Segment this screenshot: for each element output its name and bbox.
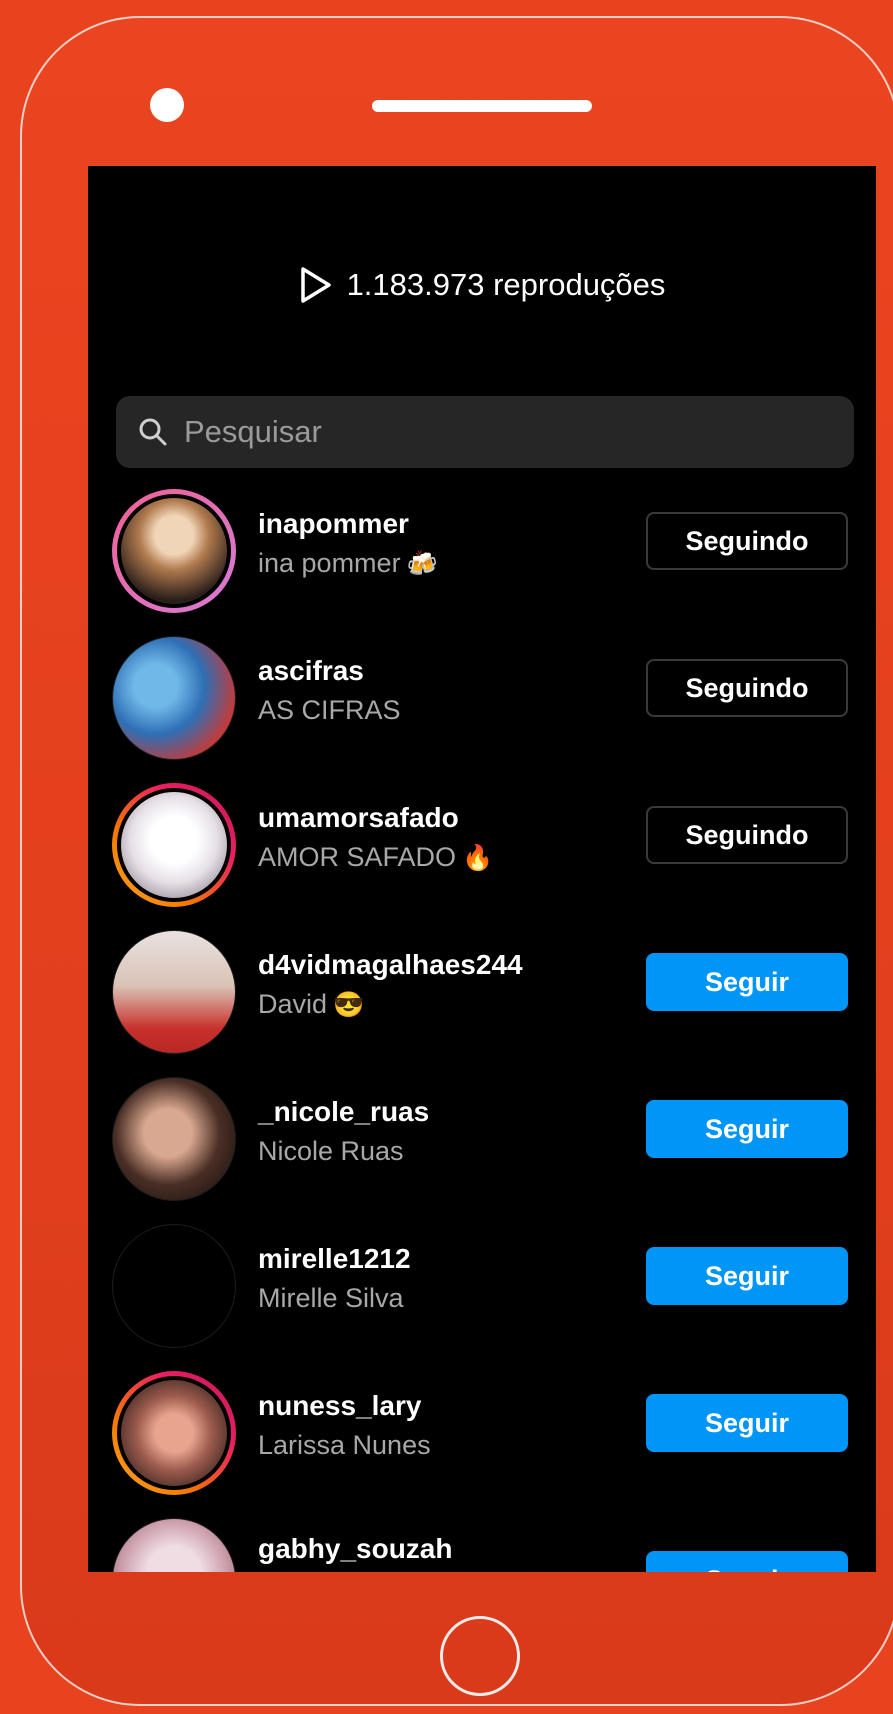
app-screen: 1.183.973 reproduções inapommer ina pomm… bbox=[88, 166, 876, 1572]
camera-dot bbox=[150, 88, 184, 122]
username[interactable]: gabhy_souzah bbox=[258, 1533, 452, 1565]
avatar[interactable] bbox=[112, 1371, 236, 1495]
follow-button[interactable]: Seguir bbox=[646, 1394, 848, 1452]
full-name: Mirelle Silva bbox=[258, 1283, 404, 1313]
user-row[interactable]: mirelle1212 Mirelle Silva Seguir bbox=[88, 1221, 876, 1351]
play-icon bbox=[300, 267, 331, 303]
avatar[interactable] bbox=[112, 489, 236, 613]
search-input[interactable] bbox=[182, 413, 826, 451]
avatar[interactable] bbox=[112, 1077, 236, 1201]
home-button[interactable] bbox=[440, 1616, 520, 1696]
avatar[interactable] bbox=[112, 1224, 236, 1348]
user-row[interactable]: nuness_lary Larissa Nunes Seguir bbox=[88, 1368, 876, 1498]
username[interactable]: nuness_lary bbox=[258, 1390, 421, 1422]
user-row[interactable]: ascifras AS CIFRAS Seguindo bbox=[88, 633, 876, 763]
avatar[interactable] bbox=[112, 636, 236, 760]
search-icon bbox=[139, 418, 167, 446]
following-button[interactable]: Seguindo bbox=[646, 512, 848, 570]
user-row[interactable]: gabhy_souzah Seguir bbox=[88, 1515, 876, 1572]
follow-button[interactable]: Seguir bbox=[646, 953, 848, 1011]
phone-frame: 1.183.973 reproduções inapommer ina pomm… bbox=[20, 16, 893, 1706]
user-row[interactable]: _nicole_ruas Nicole Ruas Seguir bbox=[88, 1074, 876, 1204]
full-name: David 😎 bbox=[258, 989, 365, 1019]
search-bar[interactable] bbox=[116, 396, 854, 468]
beer-emoji-icon: 🍻 bbox=[406, 550, 438, 578]
sunglasses-emoji-icon: 😎 bbox=[333, 991, 365, 1019]
following-button[interactable]: Seguindo bbox=[646, 659, 848, 717]
user-row[interactable]: inapommer ina pommer 🍻 Seguindo bbox=[88, 486, 876, 616]
plays-label: 1.183.973 reproduções bbox=[346, 267, 666, 302]
full-name: Nicole Ruas bbox=[258, 1136, 404, 1166]
avatar[interactable] bbox=[112, 930, 236, 1054]
follow-button[interactable]: Seguir bbox=[646, 1100, 848, 1158]
full-name: AMOR SAFADO 🔥 bbox=[258, 842, 494, 872]
username[interactable]: _nicole_ruas bbox=[258, 1096, 429, 1128]
full-name: AS CIFRAS bbox=[258, 695, 401, 725]
follow-button[interactable]: Seguir bbox=[646, 1551, 848, 1572]
following-button[interactable]: Seguindo bbox=[646, 806, 848, 864]
full-name: ina pommer 🍻 bbox=[258, 548, 438, 578]
username[interactable]: mirelle1212 bbox=[258, 1243, 411, 1275]
username[interactable]: ascifras bbox=[258, 655, 364, 687]
user-row[interactable]: d4vidmagalhaes244 David 😎 Seguir bbox=[88, 927, 876, 1057]
username[interactable]: d4vidmagalhaes244 bbox=[258, 949, 523, 981]
avatar[interactable] bbox=[112, 1518, 236, 1572]
speaker-bar bbox=[372, 100, 592, 112]
follow-button[interactable]: Seguir bbox=[646, 1247, 848, 1305]
user-row[interactable]: umamorsafado AMOR SAFADO 🔥 Seguindo bbox=[88, 780, 876, 910]
fire-emoji-icon: 🔥 bbox=[462, 844, 494, 872]
avatar[interactable] bbox=[112, 783, 236, 907]
plays-count: 1.183.973 reproduções bbox=[88, 266, 876, 304]
username[interactable]: umamorsafado bbox=[258, 802, 459, 834]
full-name: Larissa Nunes bbox=[258, 1430, 431, 1460]
username[interactable]: inapommer bbox=[258, 508, 409, 540]
